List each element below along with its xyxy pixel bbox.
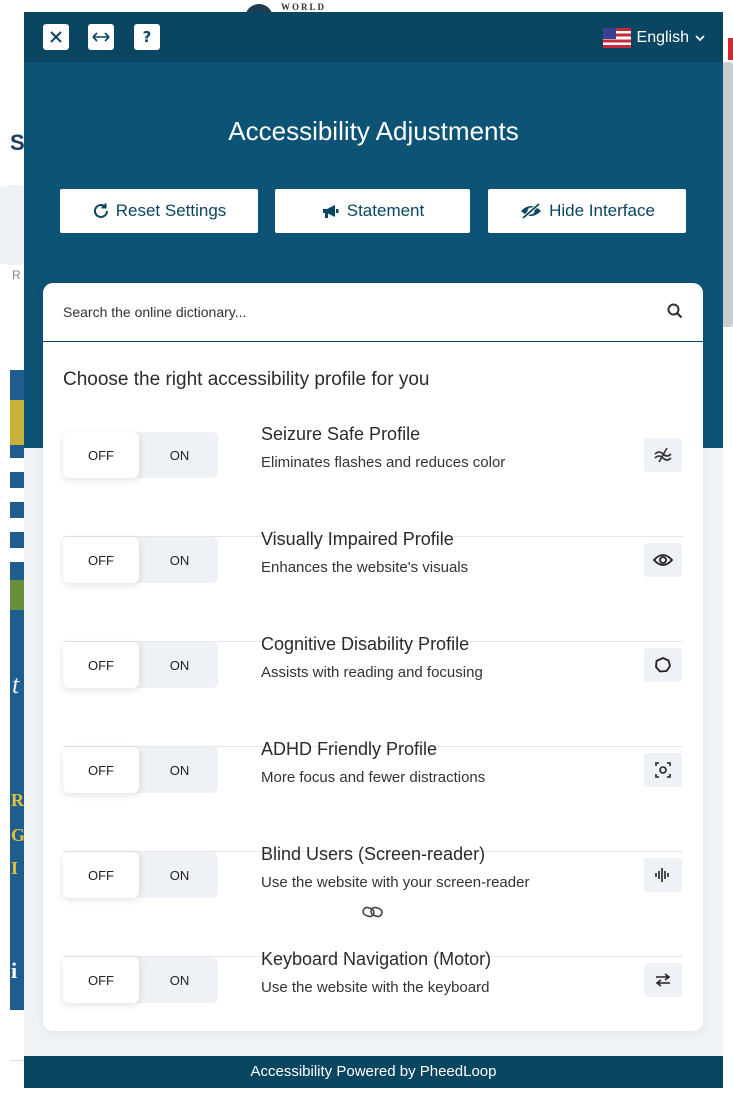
expand-button[interactable] [88, 24, 114, 50]
toggle-on-button[interactable]: ON [141, 747, 218, 793]
profile-description: Use the website with the keyboard [261, 979, 490, 996]
profile-title: Blind Users (Screen-reader) [261, 844, 486, 864]
accessibility-panel: ? English Accessibility Adjustments Rese… [24, 12, 723, 1088]
megaphone-icon [322, 205, 339, 218]
profile-row-keyboard-navigation: OFF ON Keyboard Navigation (Motor) Use t… [43, 949, 703, 1031]
profile-title: ADHD Friendly Profile [261, 739, 438, 759]
eye-slash-icon [521, 202, 542, 220]
dictionary-search [43, 283, 703, 342]
toggle-on-button[interactable]: ON [141, 537, 218, 583]
toggle-on-button[interactable]: ON [141, 957, 218, 1003]
close-icon [50, 31, 62, 43]
statement-button[interactable]: Statement [275, 189, 470, 233]
focus-icon [644, 753, 682, 787]
profile-description: More focus and fewer distractions [261, 769, 486, 786]
profile-row-cognitive-disability: OFF ON Cognitive Disability Profile Assi… [43, 634, 703, 747]
toggle-on-button[interactable]: ON [141, 852, 218, 898]
profile-toggle: OFF ON [63, 747, 218, 793]
reset-settings-button[interactable]: Reset Settings [60, 189, 258, 233]
search-input[interactable] [43, 283, 643, 341]
seizure-icon [644, 438, 682, 472]
toggle-on-button[interactable]: ON [141, 432, 218, 478]
profile-description: Enhances the website's visuals [261, 559, 469, 576]
circle-icon [644, 648, 682, 682]
toggle-off-button[interactable]: OFF [63, 852, 139, 898]
profile-description: Assists with reading and focusing [261, 664, 483, 681]
profile-toggle: OFF ON [63, 852, 218, 898]
profile-row-seizure-safe: OFF ON Seizure Safe Profile Eliminates f… [43, 424, 703, 537]
toggle-off-button[interactable]: OFF [63, 537, 139, 583]
background-accent [728, 38, 733, 60]
profile-title: Seizure Safe Profile [261, 424, 421, 444]
audio-wave-icon [644, 858, 682, 892]
profile-row-adhd-friendly: OFF ON ADHD Friendly Profile More focus … [43, 739, 703, 852]
background-banner: t R G I i [10, 370, 25, 1010]
profiles-card: Choose the right accessibility profile f… [43, 283, 703, 1031]
toggle-off-button[interactable]: OFF [63, 642, 139, 688]
arrows-swap-icon [644, 963, 682, 997]
profile-toggle: OFF ON [63, 432, 218, 478]
panel-topbar: ? English [24, 12, 723, 62]
eye-icon [644, 543, 682, 577]
search-icon[interactable] [667, 303, 683, 319]
help-icon: ? [142, 28, 152, 46]
profile-description: Use the website with your screen-reader [261, 874, 530, 891]
hide-interface-button[interactable]: Hide Interface [488, 189, 686, 233]
toggle-off-button[interactable]: OFF [63, 747, 139, 793]
toggle-off-button[interactable]: OFF [63, 957, 139, 1003]
background-text-fragment: R [12, 268, 21, 282]
reset-settings-label: Reset Settings [115, 201, 227, 220]
panel-title: Accessibility Adjustments [228, 116, 519, 146]
toggle-on-button[interactable]: ON [141, 642, 218, 688]
background-text-fragment: S [10, 130, 25, 155]
refresh-icon [93, 203, 108, 218]
profiles-heading: Choose the right accessibility profile f… [63, 369, 430, 390]
language-label: English [636, 29, 689, 46]
us-flag-icon [602, 28, 631, 48]
chevron-down-icon [695, 34, 705, 41]
profile-toggle: OFF ON [63, 537, 218, 583]
profile-toggle: OFF ON [63, 957, 218, 1003]
profile-title: Visually Impaired Profile [261, 529, 454, 549]
arrows-horizontal-icon [92, 32, 110, 42]
page-scrollbar[interactable] [722, 62, 733, 327]
close-button[interactable] [43, 24, 69, 50]
statement-label: Statement [346, 201, 425, 220]
powered-by-footer[interactable]: Accessibility Powered by PheedLoop [24, 1056, 723, 1088]
language-selector[interactable]: English [602, 26, 705, 50]
profile-row-visually-impaired: OFF ON Visually Impaired Profile Enhance… [43, 529, 703, 642]
profile-toggle: OFF ON [63, 642, 218, 688]
link-icon[interactable] [359, 901, 387, 923]
help-button[interactable]: ? [134, 24, 160, 50]
toggle-off-button[interactable]: OFF [63, 432, 139, 478]
profile-title: Cognitive Disability Profile [261, 634, 470, 654]
profile-description: Eliminates flashes and reduces color [261, 454, 506, 471]
hide-interface-label: Hide Interface [549, 201, 655, 220]
profile-title: Keyboard Navigation (Motor) [261, 949, 492, 969]
